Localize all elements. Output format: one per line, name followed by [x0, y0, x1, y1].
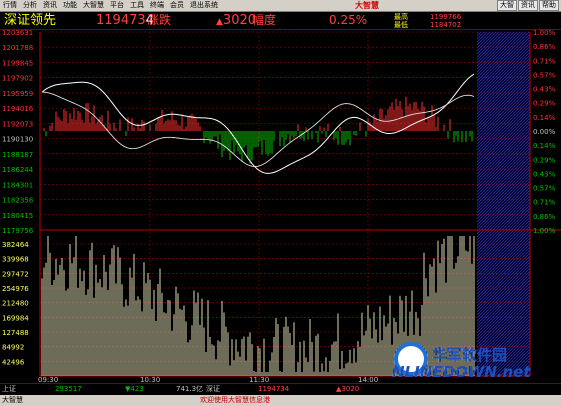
- price-tick-label: 1192073: [2, 120, 33, 128]
- future-area-price: [477, 32, 530, 230]
- time-label: 11:30: [249, 376, 269, 383]
- pct-tick-label: 0.71%: [533, 57, 556, 65]
- index-name: 深证领先: [4, 13, 57, 28]
- menu-item-news[interactable]: 资讯: [40, 0, 60, 11]
- menu-item-tools[interactable]: 工具: [127, 0, 147, 11]
- app-logo: 大智慧: [355, 1, 379, 10]
- volume-tick-label: 382464: [2, 241, 29, 249]
- footer-welcome: 欢迎使用大智慧信息港: [200, 396, 270, 404]
- menu-item-dzh[interactable]: 大智慧: [80, 0, 107, 11]
- price-tick-label: 1184301: [2, 181, 33, 189]
- menu-item-exit[interactable]: 退出系统: [187, 0, 221, 11]
- right-buttons: 大智 资讯 帮助: [497, 0, 559, 11]
- menu-item-analysis[interactable]: 分析: [20, 0, 40, 11]
- pct-tick-label: 0.86%: [533, 43, 556, 51]
- right-button-dzh[interactable]: 大智: [497, 0, 517, 11]
- right-button-help[interactable]: 帮助: [539, 0, 559, 11]
- footer-index-label: 深证: [206, 385, 220, 393]
- current-price: 1194734: [96, 12, 154, 29]
- quote-header: 深证领先 1194734 涨跌 ▲3020 幅度 0.25% 最高 1199766…: [0, 12, 561, 29]
- pct-tick-label: 0.14%: [533, 142, 556, 150]
- high-value: 1199766: [430, 13, 462, 21]
- average-line: [42, 91, 475, 167]
- volume-tick-label: 169984: [2, 314, 29, 322]
- price-main: 119473: [96, 13, 146, 28]
- volume-tick-label: 127488: [2, 329, 29, 337]
- price-tick-label: 1195959: [2, 90, 33, 98]
- watermark-en: NLINEDOWN.net: [392, 363, 531, 381]
- pct-tick-label: 0.57%: [533, 185, 556, 193]
- volume-tick-label: 339968: [2, 256, 29, 264]
- up-arrow-icon: ▲: [216, 17, 223, 27]
- high-label: 最高: [394, 13, 408, 21]
- price-line: [41, 73, 475, 174]
- change-pct-label: 幅度: [252, 13, 277, 27]
- menu-item-member[interactable]: 会员: [167, 0, 187, 11]
- footer-amount: 741.3亿: [176, 385, 204, 393]
- menu-item-platform[interactable]: 平台: [107, 0, 127, 11]
- volume-tick-label: 212480: [2, 300, 29, 308]
- pct-tick-label: 0.00%: [533, 128, 556, 136]
- pct-tick-label: 1.00%: [533, 227, 556, 235]
- price-tick-label: 1180415: [2, 212, 33, 220]
- menu-item-market[interactable]: 行情: [0, 0, 20, 11]
- volume-tick-label: 84992: [2, 344, 24, 352]
- price-tick-label: 1197902: [2, 75, 33, 83]
- price-tick-label: 1186244: [2, 166, 34, 174]
- watermark: 华军软件园 NLINEDOWN.net: [384, 318, 561, 388]
- price-tick-label: 1201788: [2, 44, 33, 52]
- footer-vol1: 293517: [55, 385, 82, 393]
- low-value: 1184702: [430, 21, 462, 29]
- footer-vol2: ▼423: [125, 385, 144, 393]
- footer-change: ▲3020: [336, 385, 360, 393]
- change-pct: 0.25%: [329, 13, 368, 27]
- menu-bar: 行情 分析 资讯 功能 大智慧 平台 工具 终端 会员 退出系统 大智慧 大智 …: [0, 0, 561, 12]
- footer-label-top: 上证: [2, 385, 16, 393]
- pct-tick-label: 0.71%: [533, 199, 556, 207]
- pct-tick-label: 1.00%: [533, 30, 556, 37]
- price-tick-label: 1188187: [2, 151, 33, 159]
- price-tick-label: 1182358: [2, 197, 33, 205]
- volume-tick-label: 297472: [2, 270, 29, 278]
- price-tick-label: 1179756: [2, 227, 34, 235]
- pct-tick-label: 0.14%: [533, 114, 556, 122]
- footer-status: 大智慧 欢迎使用大智慧信息港: [0, 395, 561, 406]
- price-tick-label: 1190130: [2, 136, 33, 144]
- pct-tick-label: 0.43%: [533, 86, 556, 94]
- pct-tick-label: 0.29%: [533, 156, 556, 164]
- pct-tick-label: 0.86%: [533, 213, 556, 221]
- low-label: 最低: [394, 21, 408, 29]
- watermark-cn: 华军软件园: [432, 346, 508, 364]
- time-label: 14:00: [358, 376, 378, 383]
- pct-tick-label: 0.57%: [533, 71, 556, 79]
- menu-item-function[interactable]: 功能: [60, 0, 80, 11]
- volume-tick-label: 42496: [2, 358, 25, 366]
- price-tick-label: 1199845: [2, 59, 33, 67]
- high-low-box: 最高 1199766 最低 1184702: [394, 13, 461, 29]
- footer-app-label: 大智慧: [2, 396, 23, 404]
- pct-tick-label: 0.43%: [533, 170, 556, 178]
- right-button-news[interactable]: 资讯: [518, 0, 538, 11]
- time-label: 09:30: [38, 376, 58, 383]
- menu-item-terminal[interactable]: 终端: [147, 0, 167, 11]
- updown-label: 涨跌: [147, 13, 172, 27]
- pct-tick-label: 0.29%: [533, 100, 556, 108]
- volume-tick-label: 254976: [2, 285, 29, 293]
- footer-index-value: 1194734: [258, 385, 290, 393]
- price-tick-label: 1194016: [2, 105, 34, 113]
- price-tick-label: 1203631: [2, 30, 33, 37]
- time-label: 10:30: [140, 376, 160, 383]
